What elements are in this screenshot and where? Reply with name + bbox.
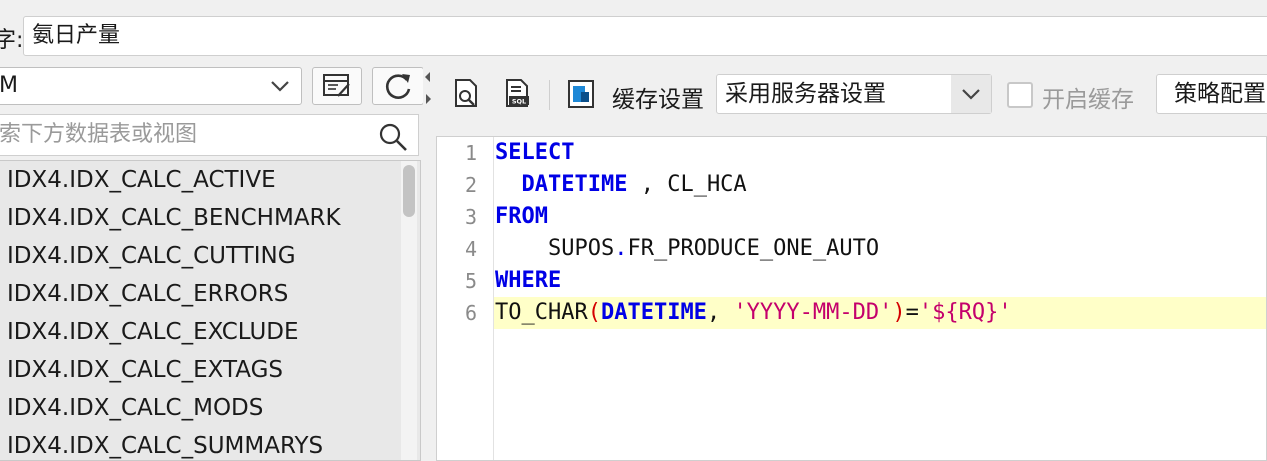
list-scrollbar[interactable] xyxy=(401,161,417,460)
list-item[interactable]: IDX4.IDX_CALC_EXTAGS xyxy=(7,351,283,389)
code-line-2[interactable]: DATETIME , CL_HCA xyxy=(495,169,747,201)
sql-editor[interactable]: 1 2 3 4 5 6 SELECT DATETIME , CL_HCA FRO… xyxy=(436,136,1267,461)
code-line-3[interactable]: FROM xyxy=(495,201,548,233)
sql-function: TO_CHAR xyxy=(495,300,588,325)
list-item[interactable]: IDX4.IDX_CALC_CUTTING xyxy=(7,237,296,275)
table-search-input[interactable]: 索下方数据表或视图 xyxy=(0,114,419,156)
list-item[interactable]: IDX4.IDX_CALC_EXCLUDE xyxy=(7,313,299,351)
sql-comma: , xyxy=(706,300,734,325)
line-number: 1 xyxy=(464,141,477,165)
list-item[interactable]: IDX4.IDX_CALC_MODS xyxy=(7,389,263,427)
collapse-left-icon[interactable] xyxy=(425,72,430,82)
sql-text: , CL_HCA xyxy=(627,172,747,197)
search-placeholder: 索下方数据表或视图 xyxy=(0,122,198,147)
refresh-button[interactable] xyxy=(372,67,424,105)
list-item[interactable]: IDX4.IDX_CALC_ERRORS xyxy=(7,275,288,313)
cache-settings-icon-button[interactable] xyxy=(566,78,596,110)
code-line-6[interactable]: TO_CHAR(DATETIME, 'YYYY-MM-DD')='${RQ}' xyxy=(495,297,1012,329)
sql-string: 'YYYY-MM-DD' xyxy=(733,300,893,325)
code-line-4[interactable]: SUPOS.FR_PRODUCE_ONE_AUTO xyxy=(495,233,879,265)
chevron-down-icon xyxy=(269,68,291,115)
sql-keyword: FROM xyxy=(495,204,548,229)
sql-keyword: DATETIME xyxy=(600,300,707,325)
sql-format-button[interactable]: SQL xyxy=(503,78,533,110)
cache-settings-icon xyxy=(568,80,594,108)
list-item[interactable]: IDX4.IDX_CALC_ACTIVE xyxy=(7,161,276,199)
scrollbar-thumb[interactable] xyxy=(403,165,415,217)
database-select[interactable]: M xyxy=(0,67,302,105)
line-number: 4 xyxy=(464,237,477,261)
expand-right-icon[interactable] xyxy=(426,94,431,104)
refresh-icon xyxy=(385,74,411,99)
list-item[interactable]: IDX4.IDX_CALC_SUMMARYS xyxy=(7,427,323,460)
sql-paren: ) xyxy=(892,300,906,325)
sql-dot: . xyxy=(614,236,628,261)
strategy-config-button[interactable]: 策略配置 xyxy=(1156,74,1267,114)
code-line-5[interactable]: WHERE xyxy=(495,265,561,297)
table-list[interactable]: IDX4.IDX_CALC_ACTIVE IDX4.IDX_CALC_BENCH… xyxy=(0,160,421,461)
sql-paren: ( xyxy=(587,300,601,325)
svg-text:SQL: SQL xyxy=(512,98,526,106)
preview-button[interactable] xyxy=(452,78,482,110)
enable-cache-checkbox[interactable] xyxy=(1007,82,1033,108)
line-number: 3 xyxy=(464,205,477,229)
cache-mode-value: 采用服务器设置 xyxy=(725,81,886,107)
sql-table: FR_PRODUCE_ONE_AUTO xyxy=(627,236,880,261)
dataset-name-input[interactable]: 氨日产量 xyxy=(23,16,1267,56)
code-line-1[interactable]: SELECT xyxy=(495,137,574,169)
chevron-down-icon xyxy=(951,75,991,113)
cache-mode-select[interactable]: 采用服务器设置 xyxy=(716,74,992,114)
document-search-icon xyxy=(455,79,477,107)
sql-keyword: WHERE xyxy=(495,268,562,293)
toolbar-divider xyxy=(549,80,550,110)
panel-splitter[interactable] xyxy=(423,64,433,461)
sql-parameter: '${RQ}' xyxy=(918,300,1012,325)
table-edit-icon xyxy=(323,74,350,97)
database-select-value: M xyxy=(0,73,18,98)
list-item[interactable]: IDX4.IDX_CALC_BENCHMARK xyxy=(7,199,341,237)
cache-settings-label: 缓存设置 xyxy=(612,87,704,113)
sql-schema: SUPOS xyxy=(547,236,615,261)
line-number: 5 xyxy=(464,269,477,293)
sql-operator: = xyxy=(905,300,919,325)
line-number: 2 xyxy=(464,173,477,197)
name-label: 字: xyxy=(0,28,24,53)
enable-cache-label: 开启缓存 xyxy=(1042,87,1134,113)
sql-file-icon: SQL xyxy=(506,79,529,107)
line-number-gutter: 1 2 3 4 5 6 xyxy=(437,137,494,460)
line-number: 6 xyxy=(464,301,477,325)
preview-table-button[interactable] xyxy=(312,67,362,105)
sql-keyword: SELECT xyxy=(495,140,575,165)
sql-keyword: DATETIME xyxy=(521,172,628,197)
